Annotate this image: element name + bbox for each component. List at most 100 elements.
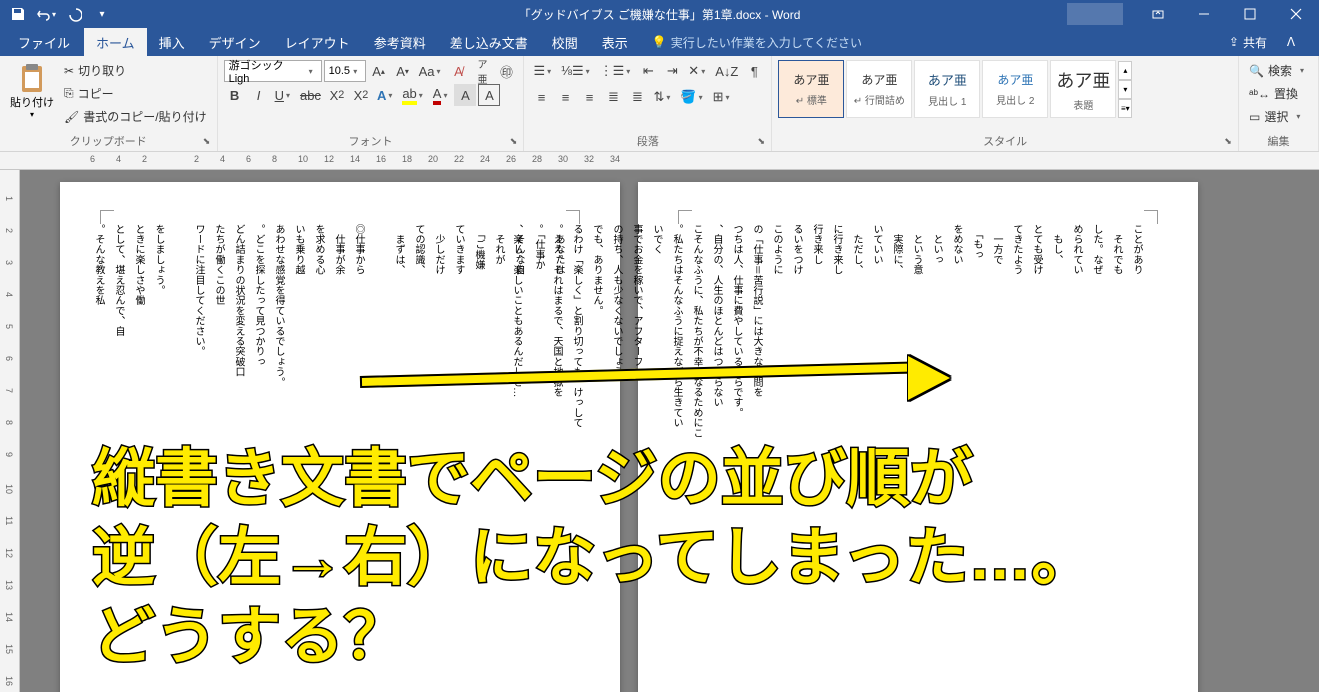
share-button[interactable]: ⇪共有: [1229, 34, 1267, 51]
ruler-tick: 16: [376, 154, 386, 164]
styles-launcher[interactable]: ⬊: [1221, 134, 1235, 148]
clipboard-launcher[interactable]: ⬊: [200, 134, 214, 148]
phonetic-guide-button[interactable]: ア亜: [471, 60, 493, 82]
align-left-button[interactable]: ≡: [530, 86, 552, 108]
vertical-ruler[interactable]: 1234567891011121314151617: [0, 170, 20, 692]
style-heading-2[interactable]: あア亜 見出し 2: [982, 60, 1048, 118]
character-border-button[interactable]: A: [478, 84, 500, 106]
share-label: 共有: [1243, 34, 1267, 51]
clear-formatting-button[interactable]: A̸: [447, 60, 469, 82]
gallery-expand[interactable]: ≡▾: [1118, 99, 1132, 118]
annotation-text: 縦書き文書でページの並び順が 逆（左→右）になってしまった…。 どうする？: [92, 440, 1094, 676]
character-shading-button[interactable]: A: [454, 84, 476, 106]
justify-button[interactable]: ≣: [602, 86, 624, 108]
lightbulb-icon: 💡: [652, 35, 667, 49]
format-painter-button[interactable]: 🖌書式のコピー/貼り付け: [60, 106, 211, 127]
tab-mailings[interactable]: 差し込み文書: [438, 28, 540, 56]
enclose-characters-button[interactable]: ㊞: [495, 60, 517, 82]
tab-file[interactable]: ファイル: [4, 28, 84, 56]
horizontal-ruler[interactable]: 642246810121416182022242628303234: [0, 152, 1319, 170]
ruler-tick: 5: [4, 324, 14, 329]
copy-button[interactable]: ⎘コピー: [60, 83, 211, 104]
bullets-button[interactable]: ☰▾: [530, 60, 556, 82]
group-label-styles: スタイル: [778, 131, 1232, 151]
text-effects-button[interactable]: A▾: [374, 84, 397, 106]
scissors-icon: ✂: [64, 64, 74, 78]
cut-button[interactable]: ✂切り取り: [60, 60, 211, 81]
tell-me-search[interactable]: 💡実行したい作業を入力してください: [640, 28, 874, 56]
ruler-tick: 34: [610, 154, 620, 164]
find-label: 検索: [1268, 62, 1292, 79]
font-launcher[interactable]: ⬊: [506, 134, 520, 148]
font-color-button[interactable]: A▾: [430, 84, 453, 106]
font-size-combo[interactable]: 10.5▾: [324, 60, 366, 82]
annotation-line-1: 縦書き文書でページの並び順が: [92, 440, 1094, 519]
subscript-button[interactable]: X2: [326, 84, 348, 106]
bold-button[interactable]: B: [224, 84, 246, 106]
ruler-tick: 22: [454, 154, 464, 164]
font-name-combo[interactable]: 游ゴシック Ligh▾: [224, 60, 322, 82]
decrease-indent-button[interactable]: ⇤: [637, 60, 659, 82]
format-painter-label: 書式のコピー/貼り付け: [83, 108, 206, 125]
find-button[interactable]: 🔍検索▾: [1245, 60, 1312, 81]
shrink-font-button[interactable]: A▾: [392, 60, 414, 82]
underline-button[interactable]: U▾: [272, 84, 295, 106]
replace-button[interactable]: ᵃᵇ↔置換: [1245, 83, 1312, 104]
redo-button[interactable]: [62, 2, 86, 26]
paste-button[interactable]: 貼り付け ▾: [6, 60, 58, 131]
select-button[interactable]: ▭選択▾: [1245, 106, 1312, 127]
superscript-button[interactable]: X2: [350, 84, 372, 106]
distributed-button[interactable]: ≣: [626, 86, 648, 108]
titlebar: ▾ ▾ 「グッドバイブス ご機嫌な仕事」第1章.docx - Word: [0, 0, 1319, 28]
tab-references[interactable]: 参考資料: [362, 28, 438, 56]
gallery-row-up[interactable]: ▴: [1118, 61, 1132, 80]
tab-layout[interactable]: レイアウト: [273, 28, 362, 56]
style-preview: あア亜: [793, 71, 829, 88]
change-case-button[interactable]: Aa▾: [416, 60, 446, 82]
tab-review[interactable]: 校閲: [540, 28, 590, 56]
tab-view[interactable]: 表示: [590, 28, 640, 56]
tab-home[interactable]: ホーム: [84, 28, 147, 56]
user-account-area[interactable]: [1067, 3, 1123, 25]
line-spacing-button[interactable]: ⇅▾: [650, 86, 675, 108]
align-center-button[interactable]: ≡: [554, 86, 576, 108]
style-heading-1[interactable]: あア亜 見出し 1: [914, 60, 980, 118]
style-normal[interactable]: あア亜 ↵ 標準: [778, 60, 844, 118]
multilevel-list-button[interactable]: ⋮☰▾: [597, 60, 636, 82]
grow-font-button[interactable]: A▴: [368, 60, 390, 82]
highlight-button[interactable]: ab▾: [399, 84, 427, 106]
customize-qat-button[interactable]: ▾: [90, 2, 114, 26]
ruler-tick: 1: [4, 196, 14, 201]
paste-label: 貼り付け: [10, 94, 54, 110]
tab-design[interactable]: デザイン: [197, 28, 273, 56]
font-name-value: 游ゴシック Ligh: [229, 57, 305, 85]
increase-indent-button[interactable]: ⇥: [661, 60, 683, 82]
show-hide-button[interactable]: ¶: [743, 60, 765, 82]
annotation-line-3: どうする？: [92, 598, 1094, 677]
collapse-ribbon-button[interactable]: ᐱ: [1281, 28, 1301, 56]
ribbon-display-options[interactable]: [1135, 0, 1181, 28]
strikethrough-button[interactable]: abc: [297, 84, 324, 106]
gallery-row-down[interactable]: ▾: [1118, 80, 1132, 99]
align-right-button[interactable]: ≡: [578, 86, 600, 108]
copy-icon: ⎘: [64, 86, 74, 101]
borders-button[interactable]: ⊞▾: [710, 86, 735, 108]
sort-button[interactable]: A↓Z: [712, 60, 741, 82]
paragraph-launcher[interactable]: ⬊: [754, 134, 768, 148]
tab-insert[interactable]: 挿入: [147, 28, 197, 56]
save-button[interactable]: [6, 2, 30, 26]
titlebar-right: [1067, 0, 1319, 28]
style-no-spacing[interactable]: あア亜 ↵ 行間詰め: [846, 60, 912, 118]
maximize-button[interactable]: [1227, 0, 1273, 28]
ruler-tick: 4: [4, 292, 14, 297]
italic-button[interactable]: I: [248, 84, 270, 106]
numbering-button[interactable]: ⅛☰▾: [558, 60, 595, 82]
ruler-tick: 3: [4, 260, 14, 265]
asian-layout-button[interactable]: ✕▾: [685, 60, 710, 82]
ribbon-tabs-right: ⇪共有 ᐱ: [1229, 28, 1319, 56]
minimize-button[interactable]: [1181, 0, 1227, 28]
close-button[interactable]: [1273, 0, 1319, 28]
shading-button[interactable]: 🪣▾: [677, 86, 707, 108]
style-title[interactable]: あア亜 表題: [1050, 60, 1116, 118]
undo-button[interactable]: ▾: [34, 2, 58, 26]
